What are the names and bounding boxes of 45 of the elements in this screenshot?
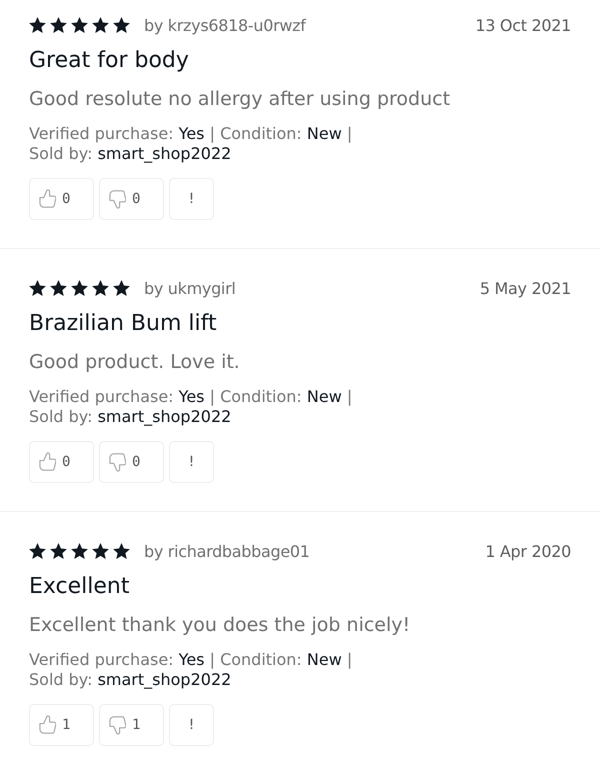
report-button[interactable]: !	[169, 178, 214, 220]
star-icon	[92, 17, 109, 33]
review-text: Good product. Love it.	[29, 350, 240, 375]
report-button[interactable]: !	[169, 704, 214, 746]
star-icon	[113, 17, 130, 33]
reviewer-name: by krzys6818-u0rwzf	[144, 16, 306, 34]
review-title: Brazilian Bum lift	[29, 310, 217, 338]
purchase-details: Verified purchase: Yes | Condition: New | Sold by: smart_shop2022	[29, 650, 352, 690]
purchase-details: Verified purchase: Yes | Condition: New | Sold by: smart_shop2022	[29, 387, 352, 427]
star-icon	[71, 543, 88, 559]
star-icon	[92, 280, 109, 296]
review-date: 1 Apr 2020	[485, 542, 571, 560]
reviewer-name: by ukmygirl	[144, 278, 236, 298]
thumbs-up-icon	[39, 189, 56, 209]
thumbs-down-icon	[109, 452, 126, 472]
star-icon	[92, 543, 109, 559]
review-date: 13 Oct 2021	[475, 16, 571, 34]
star-icon	[50, 280, 67, 296]
thumbs-down-icon	[109, 189, 126, 209]
thumbs-down-icon	[109, 715, 126, 735]
star-icon	[29, 280, 46, 296]
star-icon	[50, 543, 67, 559]
star-icon	[113, 280, 130, 296]
thumbs-down-button[interactable]: 0	[99, 178, 164, 220]
thumbs-down-button[interactable]: 1	[99, 704, 164, 746]
thumbs-up-button[interactable]: 1	[29, 704, 94, 746]
star-icon	[113, 543, 130, 559]
thumbs-down-button[interactable]: 0	[99, 441, 164, 483]
star-icon	[71, 280, 88, 296]
star-icon	[29, 17, 46, 33]
review-text: Good resolute no allergy after using product	[29, 87, 450, 112]
thumbs-up-button[interactable]: 0	[29, 178, 94, 220]
report-button[interactable]: !	[169, 441, 214, 483]
star-icon	[50, 17, 67, 33]
review-date: 5 May 2021	[480, 278, 571, 298]
review-text: Excellent thank you does the job nicely!	[29, 613, 410, 638]
reviewer-name: by richardbabbage01	[144, 542, 310, 560]
thumbs-up-icon	[39, 715, 56, 735]
star-icon	[29, 543, 46, 559]
purchase-details: Verified purchase: Yes | Condition: New | Sold by: smart_shop2022	[29, 124, 352, 164]
review-title: Excellent	[29, 573, 130, 601]
thumbs-up-icon	[39, 452, 56, 472]
thumbs-up-button[interactable]: 0	[29, 441, 94, 483]
review-title: Great for body	[29, 47, 189, 75]
star-icon	[71, 17, 88, 33]
